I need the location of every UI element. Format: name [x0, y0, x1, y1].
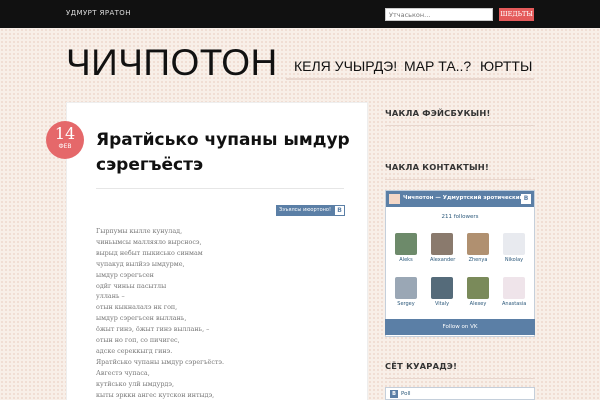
divider	[96, 188, 344, 189]
poem-line: Гырпумы кылле кунулад,	[96, 227, 183, 235]
member-name: Aleks	[399, 257, 413, 263]
poem-line: вырыд небыт пыкисько синмам	[96, 248, 203, 257]
date-day: 14	[54, 124, 76, 143]
vk-member[interactable]: Anastasia	[502, 277, 526, 307]
poem-line: кыты эрккн ангес кутскон интыдэ,	[96, 390, 215, 399]
member-avatar	[467, 233, 489, 255]
vk-poll-icon: B	[390, 390, 398, 398]
top-bar: УДМУРТ ЯРАТОН ШЕДЬТЫ	[0, 0, 600, 28]
poem-line: чиньымсы малляяло вырсно­сэ,	[96, 237, 202, 246]
date-month: ФЕВ	[58, 143, 72, 150]
poem-line: ымдур сэрегъсен	[96, 270, 154, 279]
vk-logo-icon: B	[521, 194, 531, 204]
main-nav: КЕЛЯ УЧЫРДЭ! МАР ТА..? ЮРТТЫ	[286, 58, 534, 80]
nav-item-yurtty[interactable]: ЮРТТЫ	[480, 58, 532, 74]
member-avatar	[395, 233, 417, 255]
member-avatar	[395, 277, 417, 299]
nav-item-kelya-uchyrde[interactable]: КЕЛЯ УЧЫРДЭ!	[294, 58, 397, 74]
poem-line: Авгестэ чупаса,	[96, 368, 150, 377]
member-avatar	[431, 277, 453, 299]
vk-share-label: Зэъялсы июортоно!	[279, 207, 331, 213]
member-name: Alexey	[469, 301, 487, 307]
facebook-widget-title: ЧАКЛА ФЭЙСБУКЫН!	[385, 108, 535, 126]
connect-widget-title: СЁТ КУАРАДЭ!	[385, 361, 535, 379]
vk-member[interactable]: Aleks	[394, 233, 418, 263]
vk-share-button[interactable]: Зэъялсы июортоно! B	[276, 205, 345, 216]
vk-member[interactable]: Alexey	[466, 277, 490, 307]
poem-line: отын но гоп, со пичигес,	[96, 336, 180, 345]
member-avatar	[467, 277, 489, 299]
site-logo[interactable]: ЧИЧПОТОН	[66, 42, 278, 84]
member-avatar	[503, 277, 525, 299]
vk-group-widget: Чичпотон — Удмуртский эротический B 211 …	[385, 190, 535, 337]
member-name: Zhenya	[468, 257, 488, 263]
member-name: Anastasia	[502, 301, 527, 307]
poem-line: ымдур сэрегъсен выллань,	[96, 314, 187, 323]
member-name: Nikolay	[504, 257, 524, 263]
member-name: Vitaly	[434, 301, 450, 307]
poem-line: кутйсько улй ымдурдэ,	[96, 379, 174, 388]
poll-label: Poll	[401, 391, 411, 397]
search-button[interactable]: ШЕДЬТЫ	[499, 8, 534, 21]
nav-item-mar-ta[interactable]: МАР ТА..?	[404, 58, 471, 74]
group-name: Чичпотон — Удмуртский эротический	[403, 195, 524, 201]
vk-member[interactable]: Zhenya	[466, 233, 490, 263]
post-title[interactable]: Яратйсько чупаны ымдур сэрегъёстэ	[96, 128, 354, 178]
date-badge: 14 ФЕВ	[46, 121, 84, 159]
poem-line: адске сереккыгд гинэ.	[96, 346, 173, 355]
member-avatar	[431, 233, 453, 255]
vk-member[interactable]: Alexander	[430, 233, 456, 263]
member-name: Sergey	[397, 301, 415, 307]
vk-member[interactable]: Vitaly	[430, 277, 454, 307]
followers-count[interactable]: 211 followers	[386, 214, 534, 220]
site-link[interactable]: УДМУРТ ЯРАТОН	[66, 9, 131, 17]
vk-member[interactable]: Sergey	[394, 277, 418, 307]
vk-widget-title: ЧАКЛА КОНТАКТЫН!	[385, 162, 535, 180]
member-avatar	[503, 233, 525, 255]
poll-widget[interactable]: B Poll	[385, 387, 535, 400]
post-body: Гырпумы кылле кунулад, чиньымсы малляяло …	[96, 226, 346, 400]
search-input[interactable]	[385, 8, 493, 21]
group-avatar	[389, 194, 400, 204]
member-name: Alexander	[430, 257, 456, 263]
vk-icon: B	[335, 206, 344, 215]
follow-on-vk-button[interactable]: Follow on VK	[385, 319, 535, 335]
poem-line: ӧжыт гинэ, ӧжыт гинэ выллань, –	[96, 325, 210, 334]
poem-line: уллань –	[96, 292, 125, 301]
vk-widget-header[interactable]: Чичпотон — Удмуртский эротический B	[386, 191, 534, 207]
poem-line: чупакуд вылйзэ ымдурме,	[96, 259, 185, 268]
poem-line: отын кыкналалэ нк гоп,	[96, 303, 178, 312]
vk-member[interactable]: Nikolay	[502, 233, 526, 263]
poem-line: Яратйсько чупаны ымдур сэрегъёстэ.	[96, 357, 225, 366]
poem-line: одйг чиньы пасытлы	[96, 281, 167, 290]
